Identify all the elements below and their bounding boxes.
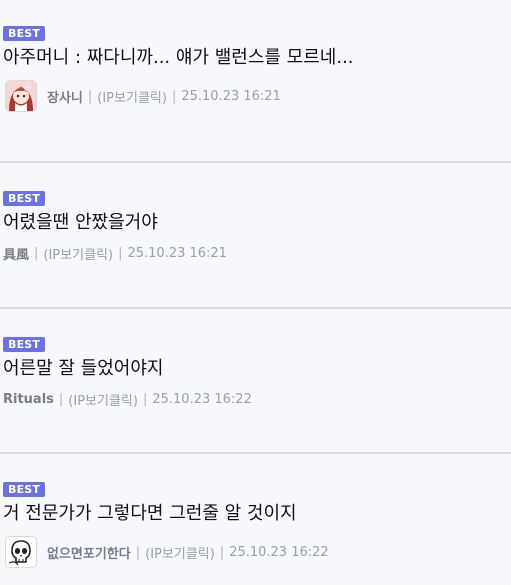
comment-text: 어른말 잘 들었어야지 [3,358,164,379]
best-badge: BEST [3,26,46,41]
meta-separator: | [219,544,225,560]
comment-divider [0,307,511,309]
comment-item: BEST 거 전문가가 그렇다면 그런줄 알 것이지 없으면포기한다 | (IP… [0,478,511,569]
user-nickname[interactable]: 具風 [3,244,29,263]
meta-separator: | [58,391,64,407]
meta-separator: | [34,245,39,261]
ip-link[interactable]: (IP보기클릭) [43,244,113,263]
comment-meta: Rituals | (IP보기클릭) | 25.10.23 16:22 [3,388,511,410]
best-badge: BEST [3,337,46,352]
meta-separator: | [142,391,148,407]
meta-separator: | [135,544,141,560]
user-nickname[interactable]: 장사니 [47,87,83,106]
user-avatar[interactable] [5,80,37,112]
user-avatar[interactable] [5,536,37,568]
comment-text: 어렸을땐 안짰을거야 [3,212,158,233]
comment-divider [0,452,511,454]
user-nickname[interactable]: Rituals [3,392,54,407]
user-nickname[interactable]: 없으면포기한다 [47,543,131,562]
comment-meta: 具風 | (IP보기클릭) | 25.10.23 16:21 [3,242,511,264]
comment-meta: 장사니 | (IP보기클릭) | 25.10.23 16:21 [3,79,511,113]
best-badge: BEST [3,482,46,497]
meta-separator: | [171,88,177,104]
comment-text: 아주머니 : 짜다니까... 얘가 밸런스를 모르네... [3,47,354,68]
meta-separator: | [87,88,93,104]
comment-date: 25.10.23 16:22 [229,544,329,560]
comment-date: 25.10.23 16:22 [152,391,252,407]
comment-date: 25.10.23 16:21 [181,88,281,104]
comment-item: BEST 어렸을땐 안짰을거야 具風 | (IP보기클릭) | 25.10.23… [0,187,511,264]
meta-separator: | [118,245,123,261]
comment-list: BEST 아주머니 : 짜다니까... 얘가 밸런스를 모르네... 장사니 |… [0,0,511,585]
comment-divider [0,161,511,163]
best-badge: BEST [3,191,46,206]
ip-link[interactable]: (IP보기클릭) [97,87,167,106]
comment-item: BEST 어른말 잘 들었어야지 Rituals | (IP보기클릭) | 25… [0,333,511,410]
ip-link[interactable]: (IP보기클릭) [68,390,138,409]
skull-avatar-icon [6,537,36,567]
ip-link[interactable]: (IP보기클릭) [145,543,215,562]
anime-girl-avatar-icon [6,81,36,111]
comment-text: 거 전문가가 그렇다면 그런줄 알 것이지 [3,503,297,524]
comment-meta: 없으면포기한다 | (IP보기클릭) | 25.10.23 16:22 [3,535,511,569]
comment-date: 25.10.23 16:21 [127,245,227,261]
comment-item: BEST 아주머니 : 짜다니까... 얘가 밸런스를 모르네... 장사니 |… [0,22,511,113]
